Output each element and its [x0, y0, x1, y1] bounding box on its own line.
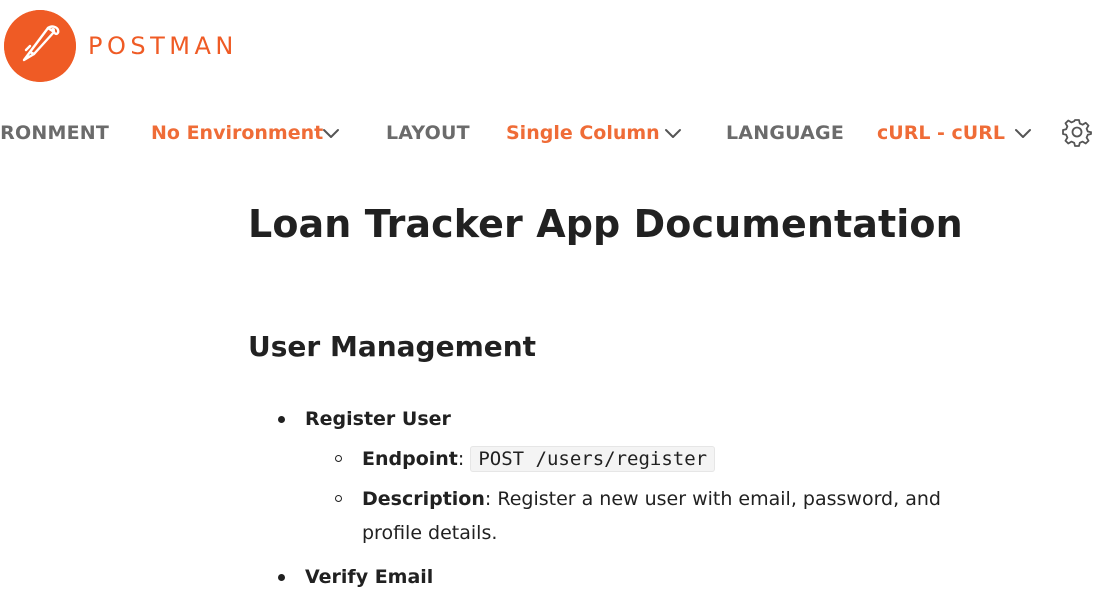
bullet	[278, 574, 285, 581]
endpoint-list: Register User Endpoint: POST /users/regi…	[248, 402, 968, 594]
list-item: Description: Register a new user with em…	[248, 482, 962, 550]
description-label: Description	[362, 488, 485, 510]
environment-chevron-down-icon[interactable]	[321, 123, 341, 143]
layout-chevron-down-icon[interactable]	[663, 123, 683, 143]
endpoint-label: Endpoint	[362, 448, 458, 470]
layout-label: LAYOUT	[386, 122, 470, 144]
language-chevron-down-icon[interactable]	[1013, 123, 1033, 143]
bullet	[278, 416, 285, 423]
page-title: Loan Tracker App Documentation	[248, 202, 963, 246]
language-dropdown[interactable]: cURL - cURL	[877, 122, 1005, 144]
bullet	[335, 455, 342, 462]
documentation-toolbar: VIRONMENT No Environment LAYOUT Single C…	[0, 112, 1097, 154]
endpoint-title[interactable]: Verify Email	[305, 566, 433, 588]
layout-dropdown[interactable]: Single Column	[506, 122, 660, 144]
gear-icon[interactable]	[1062, 117, 1092, 147]
environment-dropdown[interactable]: No Environment	[151, 122, 323, 144]
list-item: Verify Email	[248, 560, 968, 594]
brand-name: POSTMAN	[88, 32, 238, 60]
list-item: Endpoint: POST /users/register	[248, 442, 968, 476]
language-label: LANGUAGE	[726, 122, 845, 144]
list-item: Register User	[248, 402, 968, 436]
endpoint-title[interactable]: Register User	[305, 408, 451, 430]
environment-label: VIRONMENT	[0, 122, 110, 144]
endpoint-code: POST /users/register	[470, 446, 716, 472]
section-heading[interactable]: User Management	[248, 330, 536, 363]
bullet	[335, 495, 342, 502]
postman-rocket-logo-icon	[4, 10, 76, 82]
postman-logo[interactable]: POSTMAN	[4, 10, 238, 82]
